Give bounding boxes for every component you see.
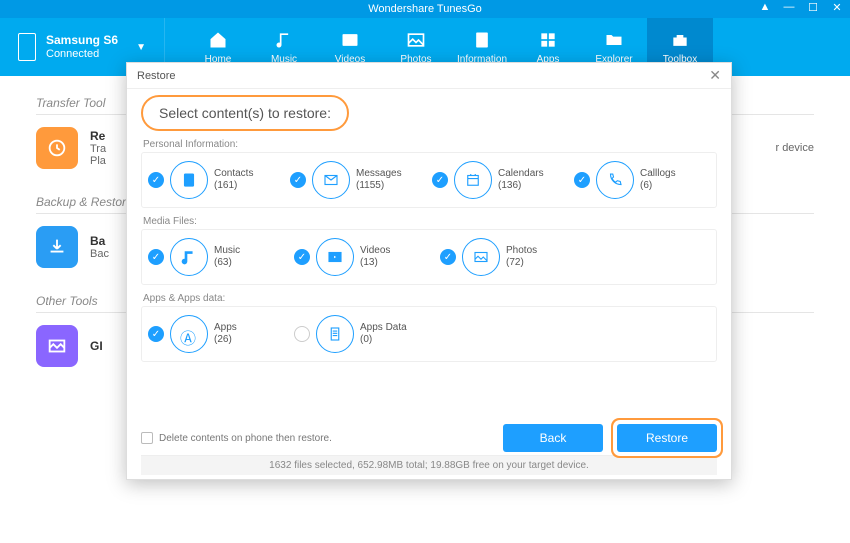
check-icon[interactable]: ✓: [148, 249, 164, 265]
status-bar: 1632 files selected, 652.98MB total; 19.…: [141, 455, 717, 475]
check-icon[interactable]: ✓: [432, 172, 448, 188]
item-contacts[interactable]: ✓ Contacts(161): [148, 161, 284, 199]
rebuild-icon: [36, 127, 78, 169]
phone-icon: [596, 161, 634, 199]
item-messages[interactable]: ✓ Messages(1155): [290, 161, 426, 199]
section-personal: Personal Information:: [143, 139, 717, 150]
section-media: Media Files:: [143, 216, 717, 227]
check-icon[interactable]: [294, 326, 310, 342]
dialog-close-button[interactable]: ✕: [709, 67, 721, 84]
chevron-down-icon: ▼: [136, 42, 146, 53]
dialog-prompt: Select content(s) to restore:: [153, 101, 337, 125]
contacts-icon: [170, 161, 208, 199]
restore-dialog: Restore ✕ Select content(s) to restore: …: [126, 62, 732, 480]
media-section: ✓ Music(63) ✓ Videos(13) ✓ Photos(72): [141, 229, 717, 285]
calendar-icon: [454, 161, 492, 199]
device-name: Samsung S6: [46, 33, 118, 47]
close-button[interactable]: ✕: [830, 1, 844, 14]
minimize-button[interactable]: —: [782, 1, 796, 14]
device-status: Connected: [46, 48, 118, 61]
contacts-icon: [471, 30, 493, 50]
dialog-body: Select content(s) to restore: Personal I…: [127, 89, 731, 415]
video-icon: [316, 238, 354, 276]
item-appsdata[interactable]: Apps Data(0): [294, 315, 434, 353]
item-apps[interactable]: ✓ Ⓐ Apps(26): [148, 315, 288, 353]
user-icon[interactable]: ▲: [758, 1, 772, 14]
messages-icon: [312, 161, 350, 199]
music-icon: [273, 30, 295, 50]
appstore-icon: Ⓐ: [170, 315, 208, 353]
apps-icon: [537, 30, 559, 50]
delete-option[interactable]: Delete contents on phone then restore.: [141, 432, 332, 444]
back-button[interactable]: Back: [503, 424, 603, 452]
restore-button[interactable]: Restore: [617, 424, 717, 452]
gif-icon: [36, 325, 78, 367]
check-icon[interactable]: ✓: [148, 172, 164, 188]
document-icon: [316, 315, 354, 353]
device-text: Samsung S6 Connected: [46, 33, 118, 61]
check-icon[interactable]: ✓: [574, 172, 590, 188]
check-icon[interactable]: ✓: [294, 249, 310, 265]
section-apps: Apps & Apps data:: [143, 293, 717, 304]
item-calllogs[interactable]: ✓ Calllogs(6): [574, 161, 710, 199]
app-title: Wondershare TunesGo: [368, 3, 482, 15]
item-music[interactable]: ✓ Music(63): [148, 238, 288, 276]
checkbox-icon[interactable]: [141, 432, 153, 444]
item-photos[interactable]: ✓ Photos(72): [440, 238, 580, 276]
item-videos[interactable]: ✓ Videos(13): [294, 238, 434, 276]
music-icon: [170, 238, 208, 276]
maximize-button[interactable]: ☐: [806, 1, 820, 14]
dialog-title: Restore: [137, 70, 176, 82]
highlight-ring: Select content(s) to restore:: [141, 95, 349, 131]
folder-icon: [603, 30, 625, 50]
phone-icon: [18, 33, 36, 61]
apps-section: ✓ Ⓐ Apps(26) Apps Data(0): [141, 306, 717, 362]
check-icon[interactable]: ✓: [440, 249, 456, 265]
check-icon[interactable]: ✓: [290, 172, 306, 188]
check-icon[interactable]: ✓: [148, 326, 164, 342]
dialog-header: Restore ✕: [127, 63, 731, 89]
item-calendars[interactable]: ✓ Calendars(136): [432, 161, 568, 199]
toolbox-icon: [669, 30, 691, 50]
window-controls: ▲ — ☐ ✕: [758, 1, 844, 14]
home-icon: [207, 30, 229, 50]
dialog-footer: Delete contents on phone then restore. B…: [127, 415, 731, 479]
title-bar: Wondershare TunesGo ▲ — ☐ ✕: [0, 0, 850, 18]
backup-icon: [36, 226, 78, 268]
personal-section: ✓ Contacts(161) ✓ Messages(1155) ✓ Calen…: [141, 152, 717, 208]
photo-icon: [405, 30, 427, 50]
video-icon: [339, 30, 361, 50]
photo-icon: [462, 238, 500, 276]
